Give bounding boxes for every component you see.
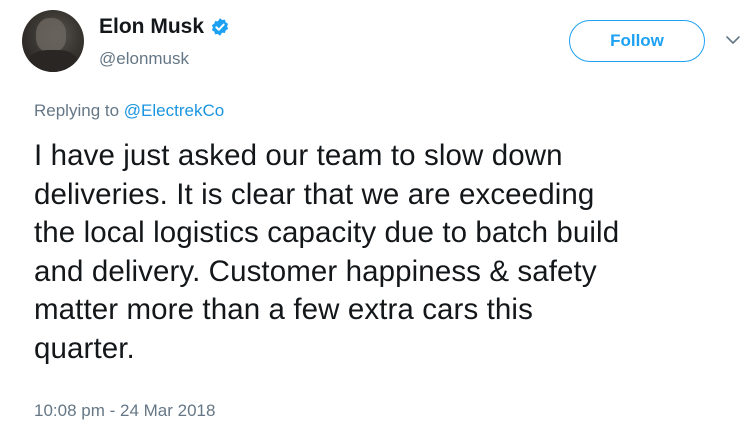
- tweet-text-line: deliveries. It is clear that we are exce…: [34, 177, 595, 211]
- display-name[interactable]: Elon Musk: [99, 14, 204, 40]
- tweet-text-line: quarter.: [34, 331, 135, 365]
- chevron-down-icon[interactable]: [725, 34, 741, 46]
- tweet-text-line: matter more than a few extra cars this: [34, 293, 533, 326]
- replying-to-line: Replying to @ElectrekCo: [34, 100, 224, 122]
- tweet-text-line: and delivery. Customer happiness & safet…: [34, 254, 597, 288]
- replying-to-link[interactable]: @ElectrekCo: [124, 101, 224, 120]
- tweet-text: I have just asked our team to slow down …: [34, 137, 746, 368]
- avatar[interactable]: [22, 10, 84, 72]
- verified-badge-icon: [210, 17, 230, 37]
- tweet-text-line: the local logistics capacity due to batc…: [34, 216, 620, 249]
- replying-to-prefix: Replying to: [34, 101, 124, 120]
- author-handle[interactable]: @elonmusk: [99, 48, 189, 70]
- follow-button[interactable]: Follow: [569, 20, 705, 62]
- tweet-text-line: I have just asked our team to slow down: [34, 139, 563, 172]
- tweet-timestamp[interactable]: 10:08 pm - 24 Mar 2018: [34, 400, 215, 422]
- author-name-row: Elon Musk: [99, 14, 230, 40]
